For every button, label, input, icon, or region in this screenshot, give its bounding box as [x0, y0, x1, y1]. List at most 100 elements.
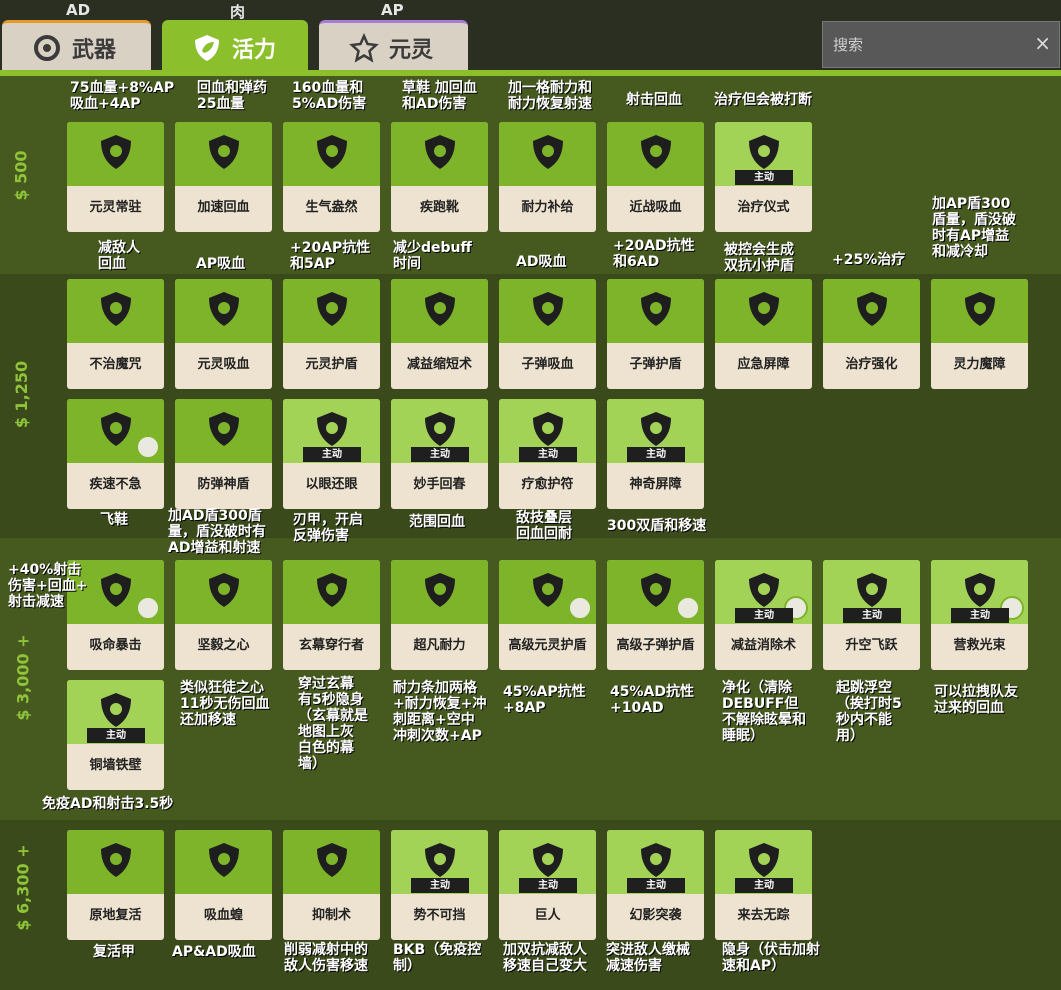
tier-price-3000: $ 3,000 + — [13, 634, 33, 721]
item-icon — [101, 292, 131, 326]
tab-vitality[interactable]: 活力 — [162, 20, 308, 76]
item-card[interactable]: 主动 幻影突袭 — [607, 830, 704, 940]
active-badge: 主动 — [843, 608, 901, 623]
item-card[interactable]: 主动 巨人 — [499, 830, 596, 940]
item-name: 铜墙铁壁 — [89, 758, 142, 773]
item-icon — [749, 573, 779, 607]
item-card[interactable]: 原地复活 — [67, 830, 164, 940]
item-card[interactable]: 玄幕穿行者 — [283, 560, 380, 670]
active-badge: 主动 — [735, 170, 793, 185]
item-icon — [425, 292, 455, 326]
item-icon-area — [715, 279, 812, 343]
item-icon-area — [67, 122, 164, 186]
item-annotation: 加AP盾300 盾量，盾没破 时有AP增益 和减冷却 — [932, 196, 1016, 260]
item-icon — [317, 292, 347, 326]
item-name: 减益消除术 — [730, 638, 796, 653]
item-card[interactable]: 主动 铜墙铁壁 — [67, 680, 164, 790]
item-annotation: 160血量和 5%AD伤害 — [292, 80, 367, 112]
item-annotation: 起跳浮空 （挨打时5 秒内不能 用） — [836, 680, 902, 744]
item-card[interactable]: 防弹神盾 — [175, 399, 272, 509]
item-icon-area — [283, 279, 380, 343]
item-annotation: AP&AD吸血 — [172, 944, 256, 960]
item-icon-area — [823, 279, 920, 343]
item-icon — [317, 573, 347, 607]
item-annotation: 突进敌人缴械 减速伤害 — [606, 942, 690, 974]
item-icon — [209, 843, 239, 877]
item-icon — [101, 412, 131, 446]
item-annotation: 复活甲 — [93, 944, 135, 960]
item-name: 玄幕穿行者 — [298, 638, 364, 653]
item-card[interactable]: 应急屏障 — [715, 279, 812, 389]
item-icon — [101, 843, 131, 877]
item-annotation: 刃甲，开启 反弹伤害 — [293, 512, 363, 544]
item-annotation: 减敌人 回血 — [98, 240, 140, 272]
item-annotation: +20AD抗性 和6AD — [613, 238, 695, 270]
item-annotation: 削弱减射中的 敌人伤害移速 — [284, 942, 368, 974]
tab-spirit[interactable]: 元灵 — [319, 20, 468, 72]
item-icon-area — [283, 560, 380, 624]
item-card[interactable]: 治疗强化 — [823, 279, 920, 389]
item-card[interactable]: 灵力魔障 — [931, 279, 1028, 389]
item-card[interactable]: 主动 升空飞跃 — [823, 560, 920, 670]
item-card[interactable]: 主动 疗愈护符 — [499, 399, 596, 509]
item-card[interactable]: 高级元灵护盾 — [499, 560, 596, 670]
item-name: 原地复活 — [89, 908, 142, 923]
active-badge: 主动 — [627, 447, 685, 462]
item-card[interactable]: 耐力补给 — [499, 122, 596, 232]
item-card[interactable]: 近战吸血 — [607, 122, 704, 232]
search-input[interactable] — [833, 32, 1023, 58]
item-card[interactable]: 疾速不急 — [67, 399, 164, 509]
star-icon — [349, 32, 379, 63]
search-box: × — [822, 21, 1060, 68]
category-label-ap: AP — [381, 1, 404, 19]
item-icon-area — [391, 279, 488, 343]
item-card[interactable]: 不治魔咒 — [67, 279, 164, 389]
item-icon — [857, 292, 887, 326]
item-annotation: 减少debuff 时间 — [393, 240, 472, 272]
item-card[interactable]: 抑制术 — [283, 830, 380, 940]
item-card[interactable]: 元灵吸血 — [175, 279, 272, 389]
item-icon-area — [607, 279, 704, 343]
item-card[interactable]: 减益缩短术 — [391, 279, 488, 389]
item-name: 势不可挡 — [413, 908, 466, 923]
clear-search-icon[interactable]: × — [1034, 31, 1051, 55]
item-icon — [209, 292, 239, 326]
item-card[interactable]: 主动 势不可挡 — [391, 830, 488, 940]
item-card[interactable]: 子弹护盾 — [607, 279, 704, 389]
item-card[interactable]: 主动 营救光束 — [931, 560, 1028, 670]
item-name: 近战吸血 — [629, 200, 682, 215]
item-card[interactable]: 高级子弹护盾 — [607, 560, 704, 670]
shield-leaf-icon — [195, 35, 219, 61]
item-icon-area — [499, 279, 596, 343]
item-card[interactable]: 吸血蝗 — [175, 830, 272, 940]
item-icon — [533, 843, 563, 877]
item-card[interactable]: 疾跑靴 — [391, 122, 488, 232]
item-card[interactable]: 主动 以眼还眼 — [283, 399, 380, 509]
active-badge: 主动 — [87, 728, 145, 743]
tab-weapon[interactable]: 武器 — [2, 20, 151, 72]
item-annotation: +20AP抗性 和5AP — [290, 240, 371, 272]
item-card[interactable]: 超凡耐力 — [391, 560, 488, 670]
item-annotation: 加一格耐力和 耐力恢复射速 — [508, 80, 592, 112]
category-label-ad: AD — [66, 1, 91, 19]
item-icon-area — [931, 279, 1028, 343]
item-name: 营救光束 — [953, 638, 1006, 653]
item-card[interactable]: 主动 神奇屏障 — [607, 399, 704, 509]
item-name: 抑制术 — [311, 908, 351, 923]
item-card[interactable]: 主动 来去无踪 — [715, 830, 812, 940]
item-card[interactable]: 子弹吸血 — [499, 279, 596, 389]
item-icon-area — [283, 830, 380, 894]
item-card[interactable]: 主动 减益消除术 — [715, 560, 812, 670]
item-card[interactable]: 主动 妙手回春 — [391, 399, 488, 509]
item-card[interactable]: 元灵常驻 — [67, 122, 164, 232]
item-card[interactable]: 加速回血 — [175, 122, 272, 232]
category-label-tank: 肉 — [230, 3, 246, 21]
item-name: 巨人 — [534, 908, 561, 923]
item-card[interactable]: 坚毅之心 — [175, 560, 272, 670]
item-card[interactable]: 生气盎然 — [283, 122, 380, 232]
item-card[interactable]: 主动 治疗仪式 — [715, 122, 812, 232]
item-card[interactable]: 元灵护盾 — [283, 279, 380, 389]
target-icon — [34, 34, 60, 61]
item-icon — [425, 573, 455, 607]
item-icon — [533, 292, 563, 326]
